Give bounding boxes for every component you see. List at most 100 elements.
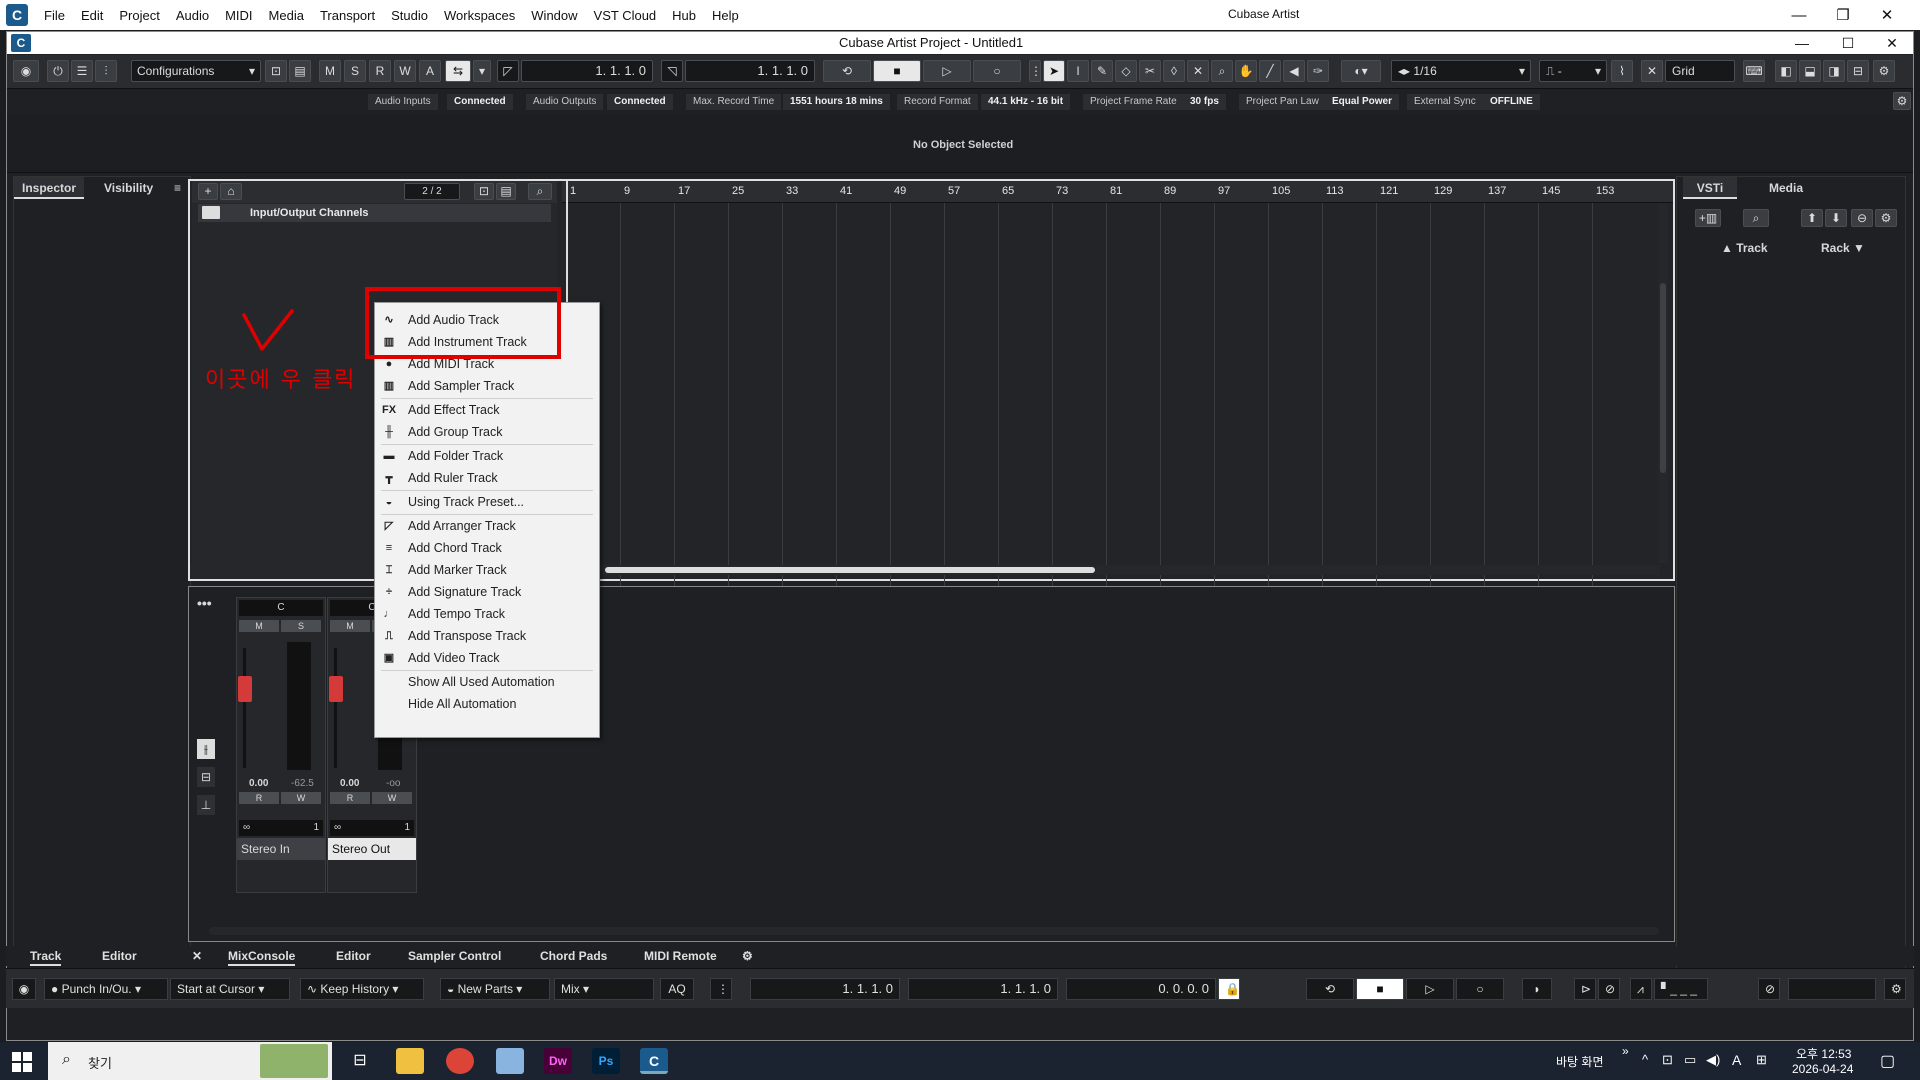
menu-item-add-arranger-track[interactable]: ◸ Add Arranger Track (375, 515, 599, 537)
more-icon[interactable]: ••• (197, 595, 212, 611)
close-icon[interactable]: ✕ (192, 946, 202, 966)
lock-icon[interactable]: 🔒 (1218, 978, 1240, 1000)
menu-window[interactable]: Window (523, 8, 585, 23)
add-track-icon[interactable]: + (198, 183, 218, 200)
menu-item-add-group-track[interactable]: ╫ Add Group Track (375, 421, 599, 443)
snap-type-dropdown[interactable]: ⎍ - ▾ (1539, 60, 1607, 82)
camera-icon[interactable]: ⊡ (265, 60, 287, 82)
photoshop-icon[interactable]: Ps (592, 1048, 620, 1074)
monitor-icon[interactable]: ▭ (1684, 1052, 1696, 1068)
tab-vsti[interactable]: VSTi (1683, 177, 1737, 199)
play-icon[interactable]: ▷ (1406, 978, 1454, 1000)
arrow-down-icon[interactable]: ⬇ (1825, 209, 1847, 227)
mute-button[interactable]: M (239, 620, 279, 632)
read-button[interactable]: R (330, 792, 370, 804)
vertical-scroll-track[interactable] (1658, 203, 1668, 563)
menu-edit[interactable]: Edit (73, 8, 111, 23)
object-selection-icon[interactable]: ➤ (1043, 60, 1065, 82)
volume-value[interactable]: 0.00 (249, 778, 268, 789)
gear-icon[interactable]: ⚙ (742, 946, 753, 966)
record-icon[interactable]: ○ (1456, 978, 1504, 1000)
automation-mode-icon[interactable]: ⇆ (445, 60, 471, 82)
snap-mode-icon[interactable]: ◐▾ (1341, 60, 1381, 82)
menu-item-using-track-preset[interactable]: ◒ Using Track Preset... (375, 491, 599, 513)
pan-knob[interactable]: C (239, 600, 323, 616)
split-icon[interactable]: ✂ (1139, 60, 1161, 82)
channel-name[interactable]: Stereo In (237, 838, 325, 860)
menu-icon[interactable]: ≡ (166, 177, 189, 199)
range-selection-icon[interactable]: I (1067, 60, 1089, 82)
chevron-down-icon[interactable]: ▾ (473, 60, 491, 82)
erase-icon[interactable]: ◇ (1115, 60, 1137, 82)
grid-snap-icon[interactable]: ✕ (1641, 60, 1663, 82)
menu-item-add-transpose-track[interactable]: ⎍ Add Transpose Track (375, 625, 599, 647)
menu-item-add-chord-track[interactable]: ≡ Add Chord Track (375, 537, 599, 559)
start-at-cursor-dropdown[interactable]: Start at Cursor ▾ (170, 978, 290, 1000)
camera-icon[interactable]: ⊡ (474, 183, 494, 200)
arrow-up-icon[interactable]: ⬆ (1801, 209, 1823, 227)
gear-icon[interactable]: ⚙ (1873, 60, 1895, 82)
lower-zone-toggle-icon[interactable]: ⬓ (1799, 60, 1821, 82)
list-icon[interactable]: ▤ (496, 183, 516, 200)
clock-date[interactable]: 2026-04-24 (1792, 1062, 1853, 1076)
grid-type-field[interactable]: Grid (1665, 60, 1735, 82)
mute-button[interactable]: M (330, 620, 370, 632)
solo-all-button[interactable]: S (344, 60, 366, 82)
write-button[interactable]: W (281, 792, 321, 804)
glue-icon[interactable]: ◊ (1163, 60, 1185, 82)
toolbar-grip[interactable]: ⋮ (1029, 60, 1042, 82)
audio-outputs-value[interactable]: Connected (607, 94, 673, 110)
grip-icon[interactable]: ⋮ (710, 978, 732, 1000)
windows-start-icon[interactable] (12, 1052, 32, 1072)
stop-icon[interactable]: ■ (1356, 978, 1404, 1000)
gear-icon[interactable]: ⚙ (1893, 92, 1911, 110)
notification-icon[interactable]: ▢ (1880, 1051, 1895, 1071)
taskbar-search-box[interactable]: ⌕ 찾기 (48, 1042, 332, 1080)
channel-name[interactable]: Stereo Out (328, 838, 416, 860)
left-locator-field[interactable]: 1. 1. 1. 0 (750, 978, 900, 1000)
max-record-value[interactable]: 1551 hours 18 mins (783, 94, 890, 110)
solo-button[interactable]: S (281, 620, 321, 632)
mix-dropdown[interactable]: Mix ▾ (554, 978, 654, 1000)
horizontal-scrollbar[interactable] (605, 567, 1095, 573)
menu-item-add-folder-track[interactable]: ▬ Add Folder Track (375, 445, 599, 467)
draw-icon[interactable]: ✎ (1091, 60, 1113, 82)
minimize-icon[interactable]: — (1776, 0, 1822, 30)
volume-value[interactable]: 0.00 (340, 778, 359, 789)
automation-button[interactable]: A (419, 60, 441, 82)
click-pattern-icon[interactable]: ▘_ _ _ (1654, 978, 1708, 1000)
tab-inspector[interactable]: Inspector (14, 177, 85, 199)
tab-mixconsole[interactable]: MixConsole (228, 946, 296, 966)
tab-editor-lower[interactable]: Editor (336, 946, 371, 966)
right-locator-icon[interactable]: ◹ (661, 60, 683, 82)
network-icon[interactable]: ⊡ (1662, 1052, 1673, 1068)
precount-icon[interactable]: ◗ (1522, 978, 1552, 1000)
file-explorer-icon[interactable] (396, 1048, 424, 1074)
right-locator-field[interactable]: 1. 1. 1. 0 (685, 60, 815, 82)
sync-icon[interactable]: ⊘ (1598, 978, 1620, 1000)
desktop-toolbar-label[interactable]: 바탕 화면 (1556, 1053, 1604, 1070)
mixer-zone-icon[interactable]: ⫶ (95, 60, 117, 82)
punch-out-icon[interactable]: ⊳ (1574, 978, 1596, 1000)
notepad-icon[interactable] (496, 1048, 524, 1074)
cubase-logo-icon[interactable]: C (11, 34, 31, 52)
chevron-up-icon[interactable]: » (1622, 1044, 1629, 1058)
tab-sampler-control[interactable]: Sampler Control (408, 946, 501, 966)
list-icon[interactable]: ▤ (289, 60, 311, 82)
speaker-icon[interactable]: ◀ (1283, 60, 1305, 82)
read-button[interactable]: R (239, 792, 279, 804)
tab-track[interactable]: Track (30, 946, 62, 966)
right-locator-field[interactable]: 1. 1. 1. 0 (908, 978, 1058, 1000)
routing-view-icon[interactable]: ⊟ (197, 767, 215, 787)
restore-icon[interactable]: ❐ (1820, 0, 1866, 30)
constrain-delay-icon[interactable]: ◉ (13, 60, 39, 82)
auto-quantize-button[interactable]: AQ (660, 978, 694, 1000)
record-icon[interactable]: ○ (973, 60, 1021, 82)
write-button[interactable]: W (372, 792, 412, 804)
menu-transport[interactable]: Transport (312, 8, 383, 23)
stop-icon[interactable]: ■ (873, 60, 921, 82)
vertical-scrollbar[interactable] (1660, 283, 1666, 473)
time-display[interactable] (1788, 978, 1876, 1000)
sync-settings-icon[interactable]: ⊘ (1758, 978, 1780, 1000)
zoom-icon[interactable]: ⌕ (1211, 60, 1233, 82)
